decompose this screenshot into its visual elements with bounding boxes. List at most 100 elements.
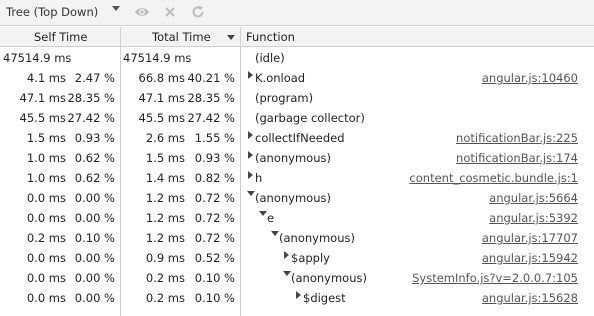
total-time-ms: 1.2 ms xyxy=(145,231,185,245)
self-time-ms: 0.0 ms xyxy=(26,191,66,205)
table-row[interactable]: 0.2 ms 0.10 % 1.2 ms 0.72 % (anonymous) angul… xyxy=(0,228,594,248)
function-name: e xyxy=(267,211,275,225)
eye-icon[interactable] xyxy=(134,4,150,20)
source-link[interactable]: SystemInfo.js?v=2.0.0.7:105 xyxy=(412,271,578,285)
self-time-percent: 0.62 % xyxy=(74,151,115,165)
table-row[interactable]: 0.0 ms 0.00 % 0.2 ms 0.10 % (anonymous) Syste… xyxy=(0,268,594,288)
total-time-header[interactable]: Total Time xyxy=(152,30,211,44)
collapse-arrow-icon[interactable] xyxy=(259,211,267,216)
total-time-ms: 1.2 ms xyxy=(145,191,185,205)
function-name: (anonymous) xyxy=(279,231,355,245)
function-name: (garbage collector) xyxy=(255,111,365,125)
expand-arrow-icon[interactable] xyxy=(284,251,289,259)
self-time-ms: 1.0 ms xyxy=(26,151,66,165)
collapse-arrow-icon[interactable] xyxy=(283,271,291,276)
total-time-percent: 40.21 % xyxy=(187,71,235,85)
expand-arrow-icon[interactable] xyxy=(248,171,253,179)
self-time-percent: 0.62 % xyxy=(74,171,115,185)
total-time-ms: 66.8 ms xyxy=(138,71,185,85)
table-row[interactable]: 0.0 ms 0.00 % 0.9 ms 0.52 % $apply angular.js… xyxy=(0,248,594,268)
total-time-percent: 0.72 % xyxy=(194,211,235,225)
self-time-percent: 0.00 % xyxy=(74,271,115,285)
total-time-ms: 0.2 ms xyxy=(145,271,185,285)
total-time-percent: 0.72 % xyxy=(194,191,235,205)
total-time-ms: 0.9 ms xyxy=(145,251,185,265)
total-time-percent: 0.82 % xyxy=(194,171,235,185)
table-row[interactable]: 1.5 ms 0.93 % 2.6 ms 1.55 % collectIfNeeded n… xyxy=(0,128,594,148)
total-time-percent: 0.52 % xyxy=(194,251,235,265)
self-time-ms: 0.0 ms xyxy=(26,291,66,305)
table-row[interactable]: 45.5 ms 27.42 % 45.5 ms 27.42 % (garbage col… xyxy=(0,108,594,128)
self-time-ms: 4.1 ms xyxy=(26,71,66,85)
collapse-arrow-icon[interactable] xyxy=(247,191,255,196)
source-link[interactable]: angular.js:5392 xyxy=(489,211,578,225)
self-time-percent: 0.93 % xyxy=(74,131,115,145)
source-link[interactable]: notificationBar.js:225 xyxy=(456,131,578,145)
source-link[interactable]: content_cosmetic.bundle.js:1 xyxy=(409,171,578,185)
total-time-ms: 1.5 ms xyxy=(145,151,185,165)
self-time-ms: 0.0 ms xyxy=(26,271,66,285)
self-time-ms: 47.1 ms xyxy=(19,91,66,105)
reload-icon[interactable] xyxy=(190,4,206,20)
total-time-ms: 2.6 ms xyxy=(145,131,185,145)
total-time-ms: 45.5 ms xyxy=(138,111,185,125)
function-header[interactable]: Function xyxy=(246,30,295,44)
expand-arrow-icon[interactable] xyxy=(296,291,301,299)
self-time-percent: 2.47 % xyxy=(74,71,115,85)
self-time-ms: 0.2 ms xyxy=(26,231,66,245)
collapse-arrow-icon[interactable] xyxy=(271,231,279,236)
function-name: $apply xyxy=(291,251,330,265)
self-time-percent: 0.00 % xyxy=(74,291,115,305)
table-row[interactable]: 1.0 ms 0.62 % 1.4 ms 0.82 % h content_cosmeti… xyxy=(0,168,594,188)
self-time-ms: 0.0 ms xyxy=(26,251,66,265)
table-row[interactable]: 0.0 ms 0.00 % 1.2 ms 0.72 % (anonymous) angul… xyxy=(0,188,594,208)
table-row[interactable]: 1.0 ms 0.62 % 1.5 ms 0.93 % (anonymous) notif… xyxy=(0,148,594,168)
total-time-ms: 47514.9 ms xyxy=(123,51,192,65)
total-time-ms: 1.2 ms xyxy=(145,211,185,225)
function-name: $digest xyxy=(303,291,346,305)
source-link[interactable]: angular.js:15628 xyxy=(482,291,578,305)
table-row[interactable]: 4.1 ms 2.47 % 66.8 ms 40.21 % K.onload angula… xyxy=(0,68,594,88)
self-time-ms: 1.5 ms xyxy=(26,131,66,145)
function-name: (anonymous) xyxy=(255,151,331,165)
expand-arrow-icon[interactable] xyxy=(248,131,253,139)
total-time-ms: 0.2 ms xyxy=(145,291,185,305)
table-row[interactable]: 0.0 ms 0.00 % 1.2 ms 0.72 % e angular.js:5392 xyxy=(0,208,594,228)
sort-descending-icon xyxy=(227,35,235,40)
self-time-percent: 27.42 % xyxy=(67,111,115,125)
self-time-ms: 1.0 ms xyxy=(26,171,66,185)
function-name: h xyxy=(255,171,263,185)
self-time-percent: 0.00 % xyxy=(74,251,115,265)
profiler-toolbar: Tree (Top Down) xyxy=(0,0,594,26)
self-time-ms: 47514.9 ms xyxy=(3,51,72,65)
self-time-ms: 0.0 ms xyxy=(26,211,66,225)
self-time-percent: 0.10 % xyxy=(74,231,115,245)
self-time-percent: 0.00 % xyxy=(74,191,115,205)
self-time-header[interactable]: Self Time xyxy=(34,30,87,44)
function-name: (anonymous) xyxy=(255,191,331,205)
self-time-ms: 45.5 ms xyxy=(19,111,66,125)
expand-arrow-icon[interactable] xyxy=(248,151,253,159)
source-link[interactable]: notificationBar.js:174 xyxy=(456,151,578,165)
close-icon[interactable] xyxy=(162,4,178,20)
total-time-percent: 1.55 % xyxy=(194,131,235,145)
total-time-ms: 47.1 ms xyxy=(138,91,185,105)
table-row[interactable]: 0.0 ms 0.00 % 0.2 ms 0.10 % $digest angular.j… xyxy=(0,288,594,308)
table-row[interactable]: 47514.9 ms 47514.9 ms (idle) xyxy=(0,48,594,68)
total-time-percent: 28.35 % xyxy=(187,91,235,105)
table-row[interactable]: 47.1 ms 28.35 % 47.1 ms 28.35 % (program) xyxy=(0,88,594,108)
source-link[interactable]: angular.js:15942 xyxy=(482,251,578,265)
function-name: (idle) xyxy=(255,51,285,65)
total-time-percent: 27.42 % xyxy=(187,111,235,125)
source-link[interactable]: angular.js:5664 xyxy=(489,191,578,205)
function-name: (anonymous) xyxy=(291,271,367,285)
source-link[interactable]: angular.js:10460 xyxy=(482,71,578,85)
total-time-percent: 0.10 % xyxy=(194,271,235,285)
source-link[interactable]: angular.js:17707 xyxy=(482,231,578,245)
total-time-percent: 0.93 % xyxy=(194,151,235,165)
total-time-ms: 1.4 ms xyxy=(145,171,185,185)
view-mode-select[interactable]: Tree (Top Down) xyxy=(6,5,98,19)
dropdown-arrow-icon[interactable] xyxy=(112,6,120,11)
expand-arrow-icon[interactable] xyxy=(248,71,253,79)
column-header-row: Self Time Total Time Function xyxy=(0,27,594,47)
